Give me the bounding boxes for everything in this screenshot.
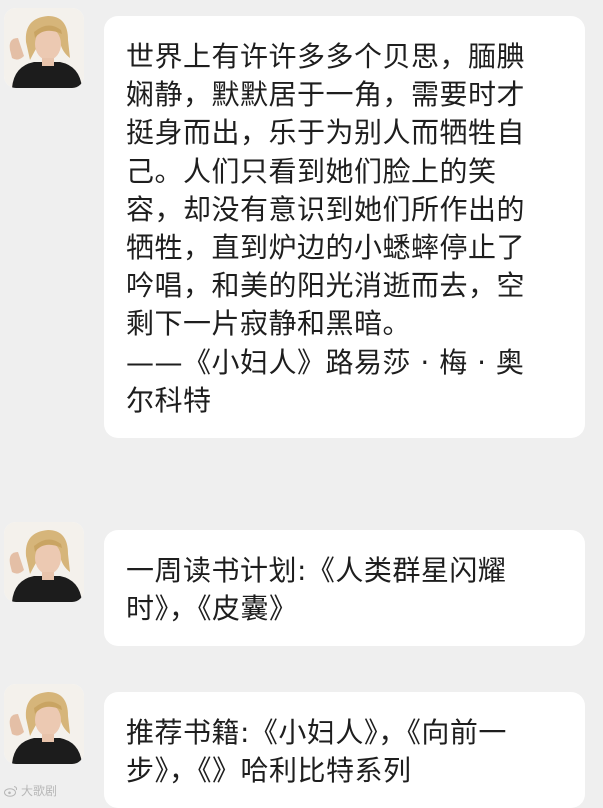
message-text: 一周读书计划:《人类群星闪耀 时》，《皮囊》 bbox=[126, 554, 507, 626]
person-avatar-icon bbox=[4, 684, 84, 764]
weibo-icon bbox=[4, 785, 18, 797]
avatar[interactable] bbox=[4, 522, 84, 602]
message-text: 推荐书籍:《小妇人》，《向前一 步》，《》哈利比特系列 bbox=[126, 716, 507, 788]
avatar[interactable] bbox=[4, 684, 84, 764]
message-bubble[interactable]: 推荐书籍:《小妇人》，《向前一 步》，《》哈利比特系列 bbox=[104, 692, 585, 808]
message-bubble[interactable]: 一周读书计划:《人类群星闪耀 时》，《皮囊》 bbox=[104, 530, 585, 647]
watermark-text: 大歌剧 bbox=[21, 784, 58, 798]
person-avatar-icon bbox=[4, 522, 84, 602]
message-text: 世界上有许许多多个贝思，腼腆 娴静，默默居于一角，需要时才 挺身而出，乐于为别人… bbox=[126, 40, 526, 417]
avatar[interactable] bbox=[4, 8, 84, 88]
message-bubble[interactable]: 世界上有许许多多个贝思，腼腆 娴静，默默居于一角，需要时才 挺身而出，乐于为别人… bbox=[104, 16, 585, 439]
watermark: 大歌剧 bbox=[4, 782, 57, 799]
person-avatar-icon bbox=[4, 8, 84, 88]
